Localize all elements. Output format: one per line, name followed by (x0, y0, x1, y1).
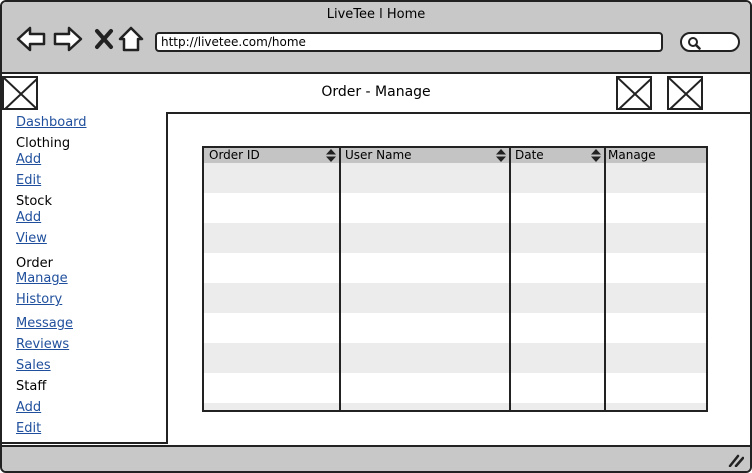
column-divider (604, 148, 606, 410)
status-bar (2, 445, 750, 471)
orders-table[interactable]: Order ID User Name Date Manage (202, 146, 708, 412)
forward-arrow-icon[interactable] (53, 24, 83, 54)
sidebar-nav: Dashboard Clothing Add Edit Stock Add Vi… (2, 112, 168, 444)
column-header-label: Manage (608, 148, 656, 162)
sidebar-item-clothing-edit[interactable]: Edit (16, 173, 41, 189)
sort-icon[interactable] (591, 149, 601, 162)
browser-toolbar: LiveTee l Home http://livetee.com/home (2, 2, 750, 74)
column-divider (509, 148, 511, 410)
sidebar-item-message[interactable]: Message (16, 316, 73, 332)
column-header-order-id[interactable]: Order ID (204, 148, 340, 163)
column-header-label: Date (515, 148, 544, 162)
column-header-date[interactable]: Date (510, 148, 605, 163)
sidebar-item-dashboard[interactable]: Dashboard (16, 115, 87, 131)
address-bar[interactable]: http://livetee.com/home (155, 32, 663, 52)
table-row[interactable] (204, 163, 706, 193)
column-divider (339, 148, 341, 410)
table-row[interactable] (204, 223, 706, 253)
browser-search-field[interactable] (680, 32, 740, 52)
home-icon[interactable] (116, 24, 146, 54)
sidebar-heading-staff: Staff (16, 379, 47, 394)
header-image-placeholder-1 (616, 76, 652, 110)
sidebar-item-staff-edit[interactable]: Edit (16, 421, 41, 437)
column-header-label: Order ID (209, 148, 260, 162)
back-arrow-icon[interactable] (16, 24, 46, 54)
page-header: Order - Manage (2, 74, 750, 114)
sidebar-item-stock-view[interactable]: View (16, 231, 47, 247)
sidebar-item-sales[interactable]: Sales (16, 358, 51, 374)
header-image-placeholder-2 (667, 76, 703, 110)
sidebar-item-stock-add[interactable]: Add (16, 210, 41, 226)
column-header-user-name[interactable]: User Name (340, 148, 510, 163)
sidebar-item-staff-add[interactable]: Add (16, 400, 41, 416)
search-icon (688, 37, 701, 50)
sort-icon[interactable] (326, 149, 336, 162)
browser-window: LiveTee l Home http://livetee.com/home O… (0, 0, 752, 473)
sidebar-heading-order: Order (16, 256, 53, 271)
sidebar-item-reviews[interactable]: Reviews (16, 337, 69, 353)
sidebar-item-order-history[interactable]: History (16, 292, 62, 308)
sidebar-heading-stock: Stock (16, 194, 52, 209)
sort-icon[interactable] (496, 149, 506, 162)
window-title: LiveTee l Home (326, 7, 426, 22)
column-header-label: User Name (345, 148, 412, 162)
resize-grip-icon[interactable] (728, 453, 744, 467)
table-row[interactable] (204, 403, 706, 410)
column-header-manage[interactable]: Manage (605, 148, 706, 163)
sidebar-heading-clothing: Clothing (16, 136, 71, 151)
sidebar-item-clothing-add[interactable]: Add (16, 152, 41, 168)
table-row[interactable] (204, 343, 706, 373)
table-row[interactable] (204, 283, 706, 313)
close-icon[interactable] (89, 24, 119, 54)
sidebar-item-order-manage[interactable]: Manage (16, 271, 68, 287)
